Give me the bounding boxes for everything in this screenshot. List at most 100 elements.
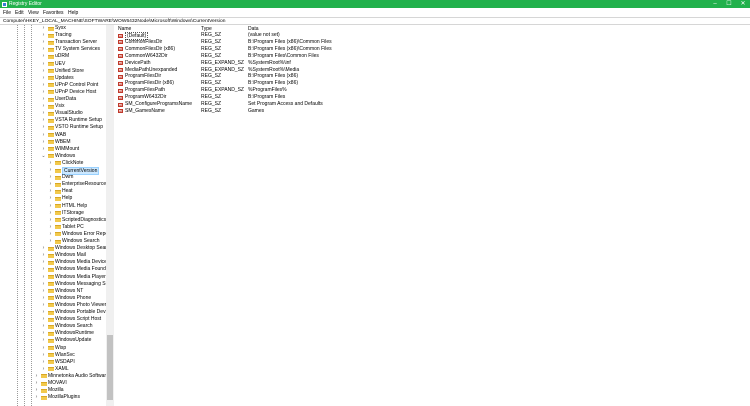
chevron-right-icon[interactable]: › <box>41 323 46 330</box>
chevron-right-icon[interactable]: › <box>41 295 46 302</box>
chevron-right-icon[interactable]: › <box>34 394 39 401</box>
chevron-right-icon[interactable]: › <box>48 174 53 181</box>
chevron-right-icon[interactable]: › <box>48 238 53 245</box>
chevron-down-icon[interactable]: ⌄ <box>41 153 46 160</box>
chevron-right-icon[interactable]: › <box>41 117 46 124</box>
chevron-right-icon[interactable]: › <box>48 188 53 195</box>
folder-icon <box>48 133 54 137</box>
folder-icon <box>55 211 61 216</box>
tree-node-label: Vsix <box>55 103 65 110</box>
tree-node-label: Windows Search <box>62 238 100 244</box>
string-value-icon: ab <box>118 47 123 52</box>
chevron-right-icon[interactable]: › <box>48 160 53 167</box>
chevron-right-icon[interactable]: › <box>41 316 46 323</box>
address-bar[interactable]: Computer\HKEY_LOCAL_MACHINE\SOFTWARE\WOW… <box>0 17 750 25</box>
chevron-right-icon[interactable]: › <box>41 274 46 281</box>
folder-icon <box>55 218 61 223</box>
chevron-right-icon[interactable]: › <box>41 139 46 146</box>
chevron-right-icon[interactable]: › <box>41 366 46 373</box>
chevron-right-icon[interactable]: › <box>41 345 46 352</box>
folder-icon <box>48 267 54 272</box>
chevron-right-icon[interactable]: › <box>41 53 46 60</box>
tree-node-label: TV System Services <box>55 46 101 53</box>
folder-icon <box>48 140 54 145</box>
tree-node-label: VSTA Runtime Setup <box>55 117 102 124</box>
chevron-right-icon[interactable]: › <box>41 302 46 309</box>
chevron-right-icon[interactable]: › <box>41 252 46 259</box>
chevron-right-icon[interactable]: › <box>41 68 46 75</box>
menu-view[interactable]: View <box>28 10 39 16</box>
chevron-right-icon[interactable]: › <box>41 124 46 131</box>
chevron-right-icon[interactable]: › <box>48 210 53 217</box>
chevron-right-icon[interactable]: › <box>41 46 46 53</box>
folder-icon <box>55 168 61 173</box>
chevron-right-icon[interactable]: › <box>41 96 46 103</box>
chevron-right-icon[interactable]: › <box>41 110 46 117</box>
chevron-right-icon[interactable]: › <box>48 224 53 231</box>
close-icon[interactable]: ✕ <box>736 0 750 8</box>
tree-node-label: WlanSvc <box>55 351 75 358</box>
folder-icon <box>48 338 54 343</box>
chevron-right-icon[interactable]: › <box>41 245 46 252</box>
chevron-right-icon[interactable]: › <box>41 32 46 39</box>
menu-edit[interactable]: Edit <box>15 10 24 16</box>
tree-node-label: HTML Help <box>62 202 88 209</box>
chevron-right-icon[interactable]: › <box>41 75 46 82</box>
string-value-icon: ab <box>118 88 123 93</box>
chevron-right-icon[interactable]: › <box>48 231 53 238</box>
maximize-icon[interactable]: ☐ <box>722 0 736 8</box>
folder-icon <box>48 33 54 38</box>
chevron-right-icon[interactable]: › <box>41 25 46 32</box>
chevron-right-icon[interactable]: › <box>41 259 46 266</box>
tree-node-label: Heat <box>62 188 73 195</box>
key-tree[interactable]: › Sysx › Tracing › Transaction Server › TV Syst… <box>0 25 114 406</box>
folder-icon <box>48 253 54 258</box>
chevron-right-icon[interactable]: › <box>41 146 46 153</box>
window-title: Registry Editor <box>9 1 42 7</box>
string-value-icon: ab <box>118 54 123 59</box>
menu-favorites[interactable]: Favorites <box>43 10 64 16</box>
tree-node-label: XAML <box>55 365 69 372</box>
chevron-right-icon[interactable]: › <box>41 266 46 273</box>
tree-node-label: EnterpriseResourceM <box>62 181 111 188</box>
tree-node-label: Windows Media Foundati <box>55 266 112 273</box>
chevron-right-icon[interactable]: › <box>34 373 39 380</box>
chevron-right-icon[interactable]: › <box>41 61 46 68</box>
chevron-right-icon[interactable]: › <box>41 82 46 89</box>
tree-node-label: ITStorage <box>62 209 84 216</box>
chevron-right-icon[interactable]: › <box>41 132 46 139</box>
chevron-right-icon[interactable]: › <box>41 39 46 46</box>
chevron-right-icon[interactable]: › <box>48 203 53 210</box>
chevron-right-icon[interactable]: › <box>48 167 53 174</box>
chevron-right-icon[interactable]: › <box>41 281 46 288</box>
string-value-icon: ab <box>118 40 123 45</box>
tree-node-label: WBEM <box>55 138 71 145</box>
string-value-icon: ab <box>118 81 123 86</box>
chevron-right-icon[interactable]: › <box>48 217 53 224</box>
tree-node-label: MozillaPlugins <box>48 394 80 401</box>
menu-file[interactable]: File <box>3 10 11 16</box>
tree-node-label: Minnetonka Audio Software <box>48 372 109 379</box>
chevron-right-icon[interactable]: › <box>41 89 46 96</box>
minimize-icon[interactable]: – <box>708 0 722 8</box>
folder-icon <box>41 374 47 379</box>
chevron-right-icon[interactable]: › <box>41 103 46 110</box>
chevron-right-icon[interactable]: › <box>34 387 39 394</box>
value-row[interactable]: ab SM_GamesName REG_SZ Games <box>115 108 375 115</box>
chevron-right-icon[interactable]: › <box>48 195 53 202</box>
tree-node-label: Windows Error Report <box>62 230 112 237</box>
folder-icon <box>55 182 61 187</box>
title-bar: Registry Editor – ☐ ✕ <box>0 0 750 8</box>
chevron-right-icon[interactable]: › <box>41 352 46 359</box>
tree-scrollbar-thumb[interactable] <box>107 335 113 400</box>
chevron-right-icon[interactable]: › <box>41 288 46 295</box>
chevron-right-icon[interactable]: › <box>48 181 53 188</box>
chevron-right-icon[interactable]: › <box>41 337 46 344</box>
chevron-right-icon[interactable]: › <box>34 380 39 387</box>
tree-node-label: Windows Phone <box>55 294 92 301</box>
chevron-right-icon[interactable]: › <box>41 330 46 337</box>
menu-help[interactable]: Help <box>68 10 78 16</box>
chevron-right-icon[interactable]: › <box>41 309 46 316</box>
chevron-right-icon[interactable]: › <box>41 359 46 366</box>
tree-node-label: VisualStudio <box>55 110 83 117</box>
